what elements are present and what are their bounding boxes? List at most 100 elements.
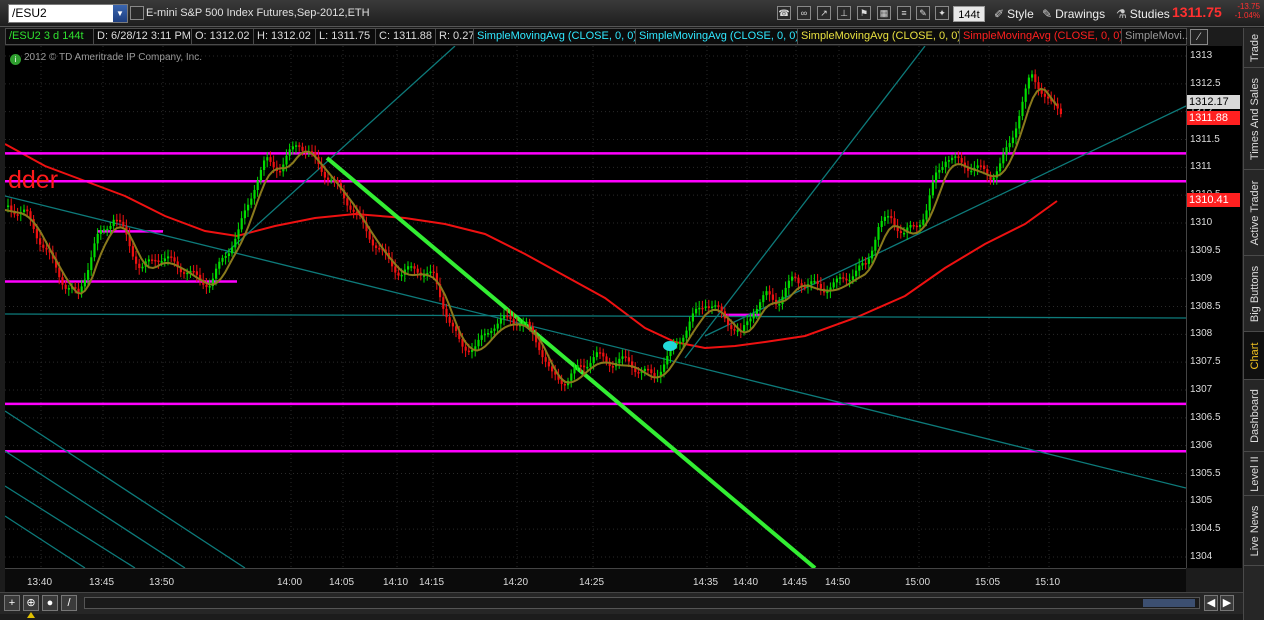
tab-trade[interactable]: Trade <box>1244 28 1264 68</box>
tab-level-ii[interactable]: Level II <box>1244 452 1264 496</box>
scroll-left-icon[interactable]: ◀ <box>1204 595 1218 611</box>
time-tick-label: 14:15 <box>419 577 445 588</box>
candle-body <box>23 209 26 213</box>
chart-canvas[interactable] <box>5 46 1186 568</box>
study-label-1[interactable]: SimpleMovingAvg (CLOSE, 0, 0) <box>474 29 636 44</box>
zoom-icon[interactable]: ⊕ <box>23 595 39 611</box>
candle-body <box>903 232 906 235</box>
drawings-button[interactable]: ✎ Drawings <box>1038 5 1109 23</box>
candle-body <box>272 161 275 168</box>
time-tick-label: 14:20 <box>503 577 529 588</box>
flag-icon[interactable]: ⚑ <box>857 6 871 20</box>
tab-label: Times And Sales <box>1248 77 1261 160</box>
tab-big-buttons[interactable]: Big Buttons <box>1244 256 1264 332</box>
candle-body <box>736 330 739 332</box>
time-tick-label: 14:25 <box>579 577 605 588</box>
candle-body <box>874 239 877 251</box>
candle-body <box>835 278 838 283</box>
candle-body <box>592 357 595 364</box>
scroll-right-icon[interactable]: ▶ <box>1220 595 1234 611</box>
net-change-value: -13.75 <box>1237 2 1260 11</box>
price-tick-label: 1309 <box>1190 272 1213 284</box>
study-label-2[interactable]: SimpleMovingAvg (CLOSE, 0, 0) <box>636 29 798 44</box>
candle-body <box>147 259 150 262</box>
candle-body <box>954 156 957 158</box>
info-icon[interactable]: i <box>10 54 21 65</box>
candle-body <box>16 214 19 216</box>
candle-body <box>544 357 547 362</box>
link-icon[interactable]: ∞ <box>797 6 811 20</box>
candle-body <box>586 366 589 369</box>
scroll-thumb[interactable] <box>1143 599 1195 607</box>
candle-body <box>759 302 762 310</box>
candle-body <box>80 286 83 293</box>
candle-body <box>205 284 208 288</box>
time-axis[interactable]: 13:40 13:45 13:50 14:00 14:05 14:10 14:15 14:20… <box>5 568 1186 592</box>
candle-body <box>771 294 774 300</box>
settings-icon[interactable]: ≡ <box>897 6 911 20</box>
draw-tool-icon[interactable]: ✎ <box>916 6 930 20</box>
candle-body <box>115 219 118 222</box>
time-tick-label: 14:05 <box>329 577 355 588</box>
tab-active-trader[interactable]: Active Trader <box>1244 170 1264 256</box>
checkbox-icon[interactable] <box>130 6 144 20</box>
price-axis[interactable]: 13131312.513121311.513111310.513101309.5… <box>1186 46 1242 568</box>
candle-body <box>787 280 790 288</box>
candle-body <box>947 160 950 162</box>
study-label-4[interactable]: SimpleMovingAvg (CLOSE, 0, 0) <box>960 29 1122 44</box>
candle-body <box>506 315 509 318</box>
symbol-input[interactable]: /ESU2 ▼ <box>8 4 128 23</box>
candle-body <box>714 305 717 307</box>
candle-body <box>285 155 288 165</box>
style-icon: ✐ <box>994 7 1005 21</box>
candle-body <box>195 271 198 275</box>
time-tick-label: 14:50 <box>825 577 851 588</box>
candle-body <box>880 220 883 227</box>
trend-line <box>5 410 246 568</box>
candle-body <box>743 325 746 332</box>
line-tool-icon[interactable]: / <box>61 595 77 611</box>
study-label-5[interactable]: SimpleMovi... <box>1122 29 1188 44</box>
bar-range: R: 0.27 <box>436 29 474 44</box>
tab-times-and-sales[interactable]: Times And Sales <box>1244 68 1264 170</box>
share-icon[interactable]: ↗ <box>817 6 831 20</box>
tab-label: Dashboard <box>1248 388 1261 443</box>
grid-icon[interactable]: ▦ <box>877 6 891 20</box>
candle-body <box>611 366 614 368</box>
symbol-dropdown-icon[interactable]: ▼ <box>113 5 127 22</box>
tab-chart[interactable]: Chart <box>1244 332 1264 380</box>
candle-body <box>503 315 506 319</box>
style-button[interactable]: ✐ Style <box>990 5 1038 23</box>
candle-body <box>1011 137 1014 144</box>
horizontal-scrollbar[interactable] <box>84 597 1200 609</box>
candle-body <box>231 247 234 254</box>
magic-wand-icon[interactable]: ✦ <box>935 6 949 20</box>
candle-body <box>778 304 781 306</box>
study-label-3[interactable]: SimpleMovingAvg (CLOSE, 0, 0) <box>798 29 960 44</box>
candle-body <box>259 169 262 181</box>
candle-body <box>957 156 960 159</box>
candle-body <box>803 286 806 289</box>
aggregation-box[interactable]: 144t <box>953 6 985 22</box>
candle-body <box>208 286 211 288</box>
tab-live-news[interactable]: Live News <box>1244 496 1264 566</box>
phone-icon[interactable]: ☎ <box>777 6 791 20</box>
crosshair-icon[interactable]: + <box>4 595 20 611</box>
price-chart[interactable]: i 2012 © TD Ameritrade IP Company, Inc. d… <box>5 46 1186 568</box>
candle-body <box>157 260 160 262</box>
cursor-icon[interactable]: ● <box>42 595 58 611</box>
candle-body <box>704 306 707 308</box>
tab-label: Live News <box>1248 505 1261 556</box>
instrument-description: E-mini S&P 500 Index Futures,Sep-2012,ET… <box>146 7 370 19</box>
candle-body <box>944 161 947 168</box>
plug-icon[interactable]: ⊥ <box>837 6 851 20</box>
studies-label: Studies <box>1129 7 1170 21</box>
tab-dashboard[interactable]: Dashboard <box>1244 380 1264 452</box>
studies-button[interactable]: ⚗ Studies <box>1112 5 1174 23</box>
drawing-toggle-icon[interactable]: ⁄ <box>1190 29 1208 45</box>
candle-body <box>618 358 621 364</box>
time-tick-label: 14:45 <box>782 577 808 588</box>
candle-body <box>887 216 890 218</box>
candle-body <box>1037 82 1040 90</box>
candle-body <box>119 219 122 222</box>
